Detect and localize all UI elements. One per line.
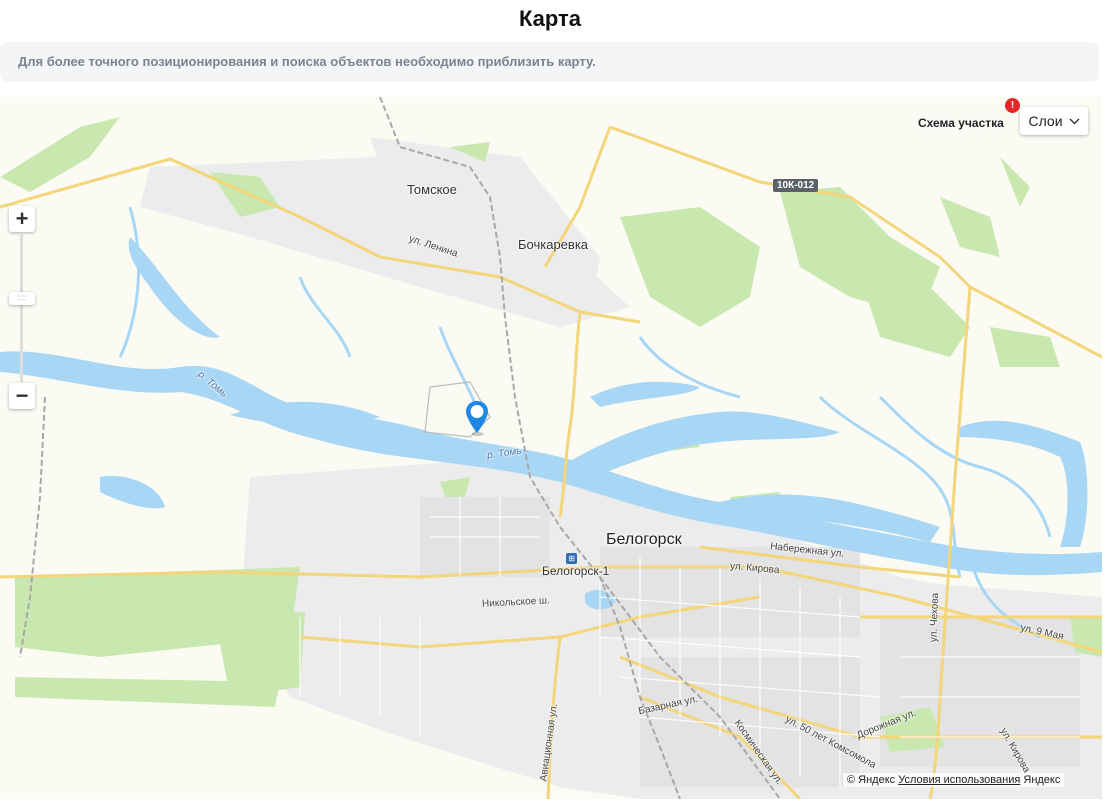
zoom-out-button[interactable]: − [9,383,35,409]
zoom-slider-track[interactable] [20,234,23,382]
train-station-icon: ⊞ [566,553,577,564]
copyright-text: © Яндекс [847,774,896,786]
map-view[interactable]: Томское Бочкаревка ул. Ленина 10К-012 р.… [0,97,1102,799]
yandex-brand[interactable]: Яндекс [1023,774,1060,786]
zoom-in-button[interactable]: + [9,206,35,232]
location-pin-icon[interactable] [464,399,490,442]
map-copyright: © Яндекс Условия использования Яндекс [843,773,1065,787]
layers-button-label: Слои [1028,113,1063,129]
street-label-chekhova: ул. Чехова [928,592,942,643]
place-label-tomskoe: Томское [407,182,457,197]
road-number-badge: 10К-012 [773,179,819,192]
place-label-bochkarevka: Бочкаревка [518,237,589,252]
plot-scheme-label[interactable]: Схема участка [918,116,1004,130]
city-label-belogorsk: Белогорск [606,531,682,548]
terms-of-use-link[interactable]: Условия использования [898,774,1020,786]
station-label-belogorsk-1: Белогорск-1 [542,564,610,578]
layers-button[interactable]: Слои [1020,107,1088,135]
map-canvas[interactable] [0,97,1102,799]
alert-badge: ! [1005,98,1020,113]
chevron-down-icon [1069,118,1080,124]
zoom-notice: Для более точного позиционирования и пои… [0,42,1099,82]
page-title: Карта [518,6,582,31]
zoom-slider-handle[interactable]: :::: [9,292,35,305]
